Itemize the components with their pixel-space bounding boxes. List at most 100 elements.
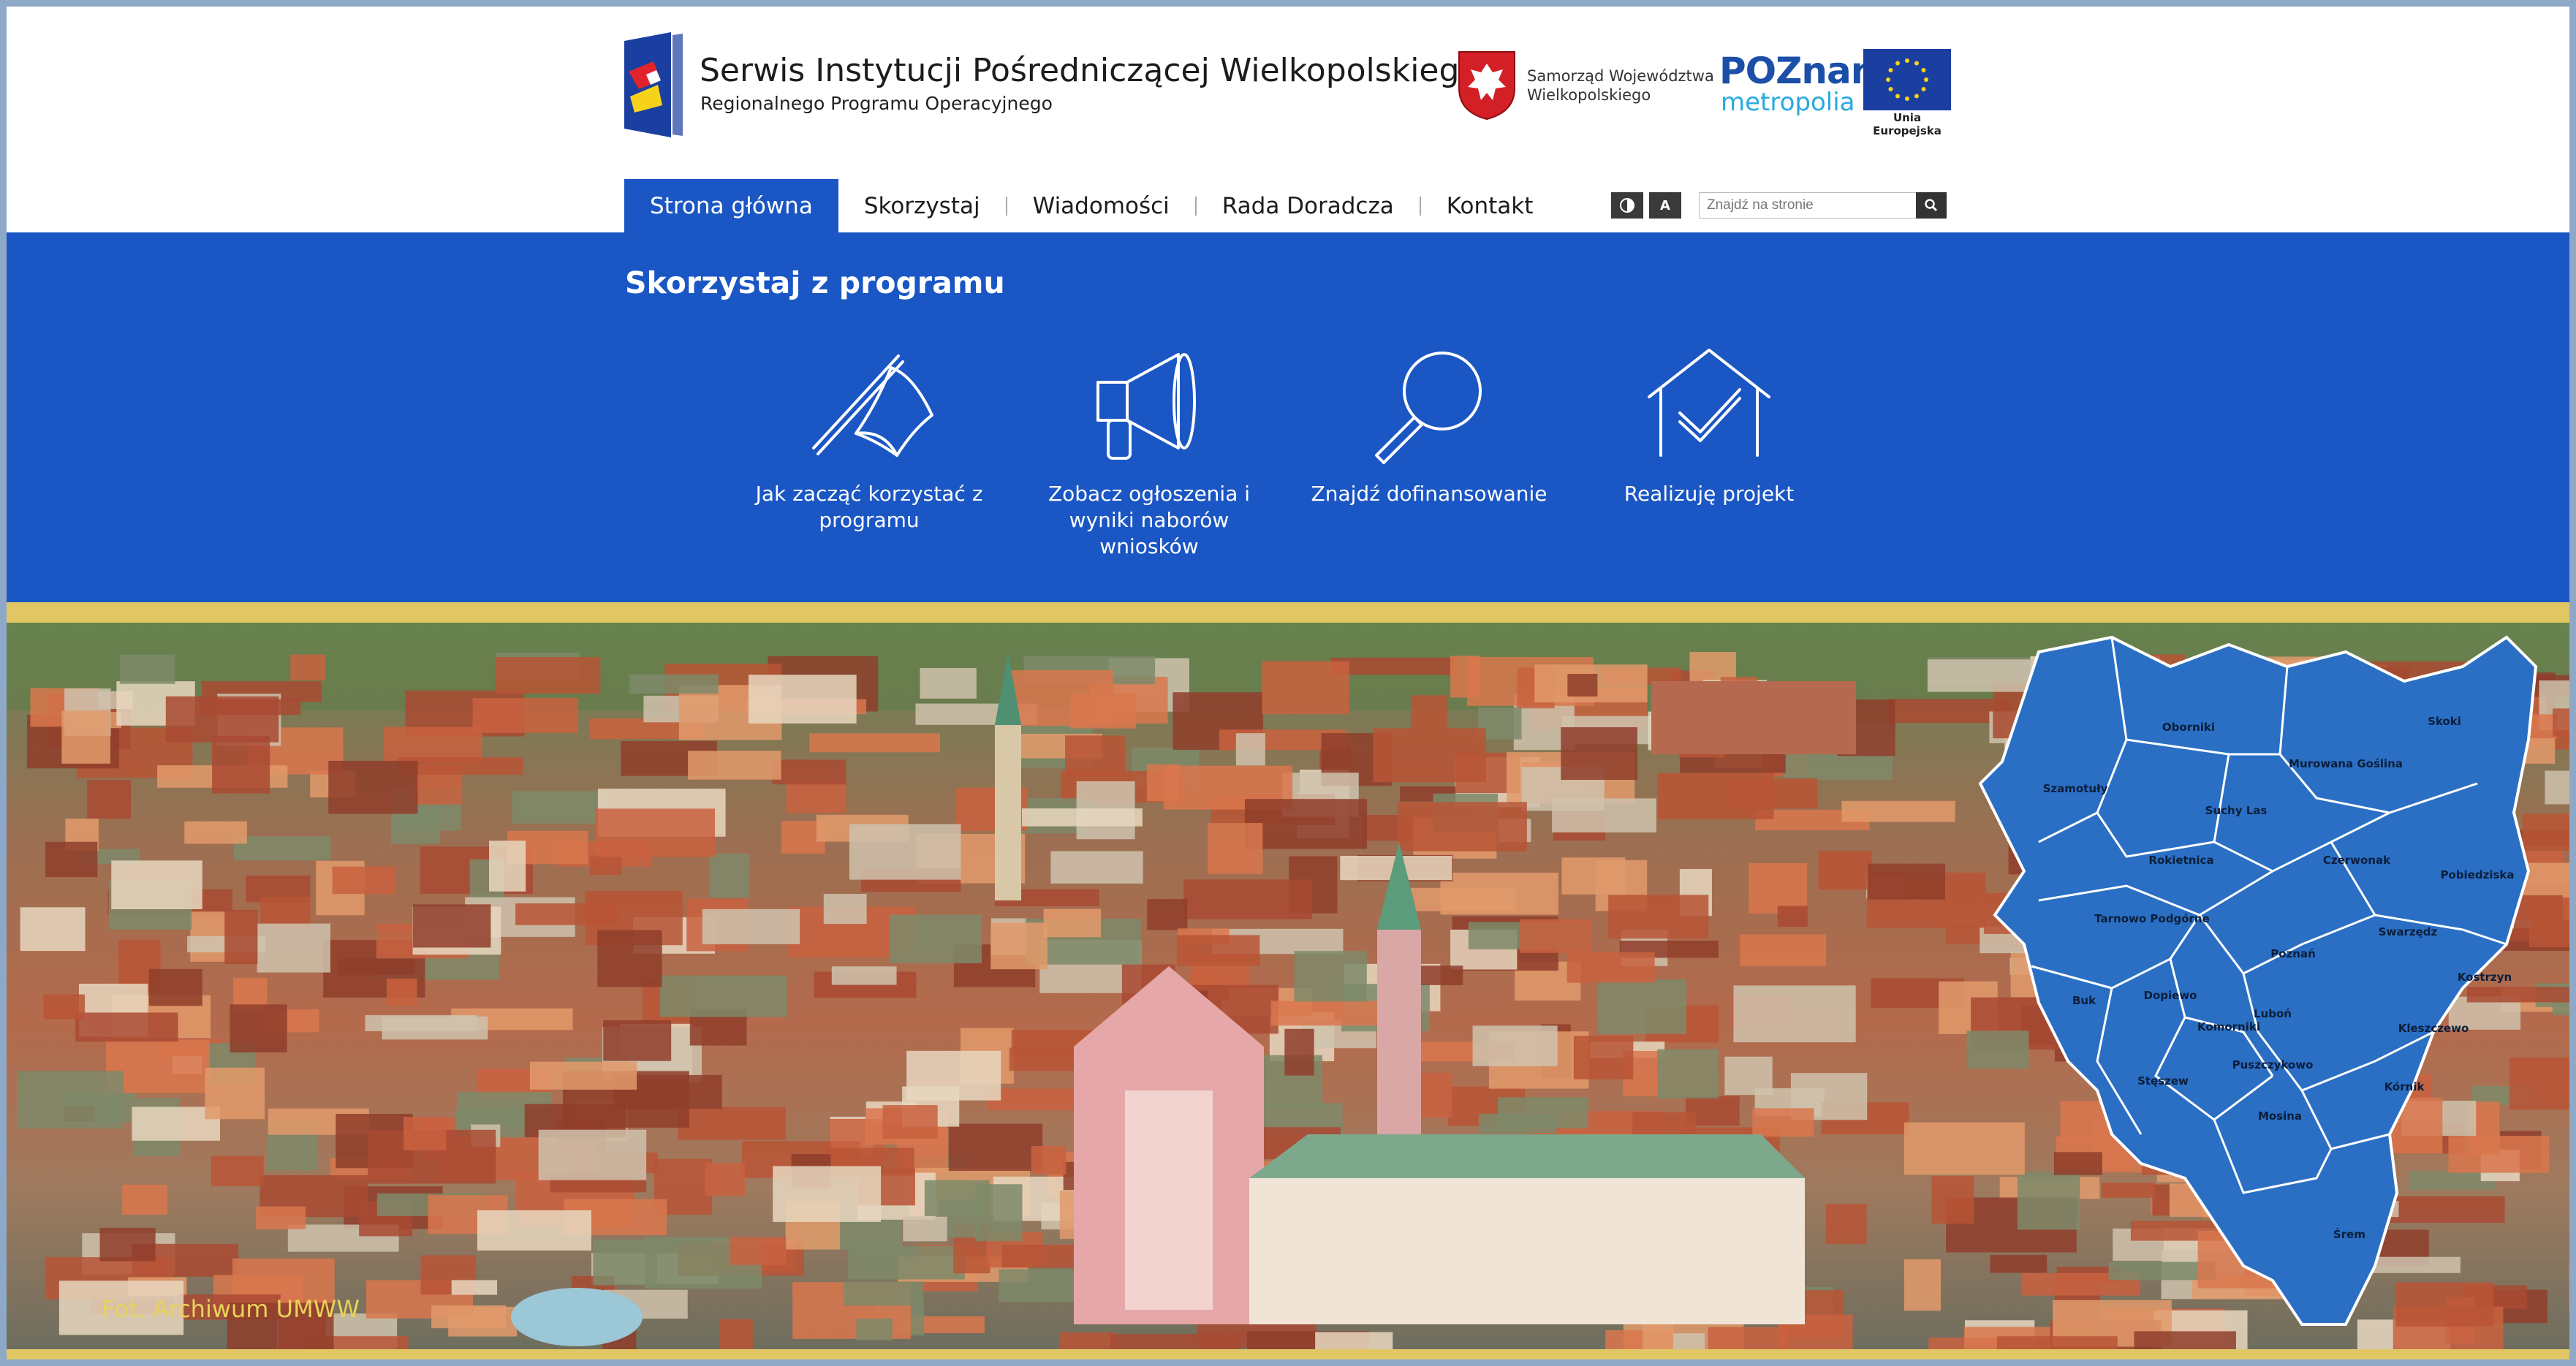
site-title[interactable]: Serwis Instytucji Pośredniczącej Wielkop…	[700, 52, 1479, 89]
rooftop	[205, 1067, 265, 1120]
magnifier-icon	[1375, 352, 1482, 464]
rooftop	[903, 1216, 947, 1242]
rooftop	[99, 1227, 156, 1261]
rooftop	[2545, 770, 2569, 805]
rooftop	[20, 907, 86, 952]
rooftop	[2509, 1057, 2569, 1110]
rooftop	[589, 855, 622, 876]
map-label: Buk	[2072, 994, 2096, 1007]
rooftop	[1373, 728, 1486, 783]
rooftop	[515, 903, 618, 925]
rooftop	[1966, 1031, 2029, 1069]
rooftop	[1043, 908, 1102, 938]
rooftop	[328, 760, 418, 814]
nav-item-rada-doradcza[interactable]: Rada Doradcza	[1197, 179, 1420, 232]
rooftop	[2395, 1282, 2494, 1327]
rooftop	[1021, 808, 1143, 827]
rooftop	[1284, 1028, 1314, 1076]
contrast-button[interactable]	[1611, 192, 1643, 219]
map-label: Mosina	[2258, 1109, 2302, 1123]
rooftop	[211, 1156, 264, 1186]
rooftop	[1777, 906, 1808, 927]
rooftop	[386, 978, 417, 1006]
eu-flag-logo[interactable]	[1863, 49, 1951, 110]
rooftop	[1262, 661, 1349, 715]
rooftop	[2553, 708, 2569, 737]
fundusze-europejskie-logo[interactable]	[624, 32, 683, 137]
rooftop	[431, 1305, 507, 1329]
nav-item-kontakt[interactable]: Kontakt	[1421, 179, 1559, 232]
eu-star	[1886, 77, 1890, 82]
rooftop	[1903, 1122, 2025, 1175]
search-button[interactable]	[1916, 192, 1947, 219]
rooftop	[705, 1163, 746, 1196]
nav-label: Rada Doradcza	[1221, 192, 1394, 219]
nav-item-skorzystaj[interactable]: Skorzystaj	[838, 179, 1006, 232]
map-label: Swarzędz	[2379, 925, 2438, 938]
samorzad-line2: Wielkopolskiego	[1527, 86, 1651, 104]
rooftop	[2528, 897, 2569, 948]
rooftop	[1573, 1036, 1634, 1079]
rooftop	[384, 726, 482, 762]
search-input[interactable]	[1699, 192, 1918, 219]
rooftop	[45, 841, 98, 878]
eu-label: Unia Europejska	[1873, 111, 1942, 137]
nav-item-strona-glowna[interactable]: Strona główna	[624, 179, 838, 232]
rooftop	[730, 1237, 787, 1265]
rooftop	[1176, 935, 1260, 966]
map-label: Szamotuły	[2043, 782, 2108, 795]
nav-item-wiadomosci[interactable]: Wiadomości	[1007, 179, 1195, 232]
tile-znajdz-dofinansowanie[interactable]: Znajdź dofinansowanie	[1298, 346, 1561, 507]
rooftop	[848, 1245, 965, 1280]
map-label: Puszczykowo	[2232, 1058, 2314, 1071]
rooftop	[1004, 669, 1113, 726]
map-label: Komorniki	[2197, 1020, 2260, 1033]
rooftop	[212, 735, 270, 794]
rooftop	[1498, 1097, 1588, 1128]
rooftop	[844, 1281, 923, 1306]
rooftop	[2053, 1152, 2102, 1175]
eu-star	[1895, 94, 1900, 99]
nav-label: Strona główna	[650, 192, 813, 219]
eu-star	[1914, 94, 1919, 99]
eu-star	[1924, 77, 1928, 82]
rooftop	[2466, 987, 2569, 1003]
rooftop	[1903, 1259, 1942, 1311]
rooftop	[1031, 1145, 1067, 1175]
tile-ogloszenia[interactable]: Zobacz ogłoszenia i wyniki naborów wniosk…	[1018, 346, 1281, 560]
rooftop	[1868, 863, 1946, 900]
rooftop	[773, 1166, 882, 1222]
rooftop	[17, 1071, 124, 1129]
tile-label: Jak zacząć korzystać z programu	[755, 482, 983, 532]
wielkopolska-crest-logo[interactable]	[1458, 50, 1516, 121]
rooftop	[1415, 1072, 1452, 1118]
rooftop	[1244, 799, 1368, 849]
eu-star	[1895, 61, 1900, 66]
rooftop	[1608, 895, 1709, 939]
rooftop	[1724, 778, 1818, 809]
rooftop	[412, 904, 491, 948]
rooftop	[1315, 1332, 1393, 1349]
tile-realizuje-projekt[interactable]: Realizuję projekt	[1577, 346, 1841, 507]
rooftop	[494, 657, 601, 694]
tile-label: Zobacz ogłoszenia i wyniki naborów wniosk…	[1048, 482, 1251, 558]
rooftop	[538, 1129, 647, 1180]
rooftop	[111, 860, 202, 910]
rooftop	[224, 909, 258, 965]
rooftop	[1733, 985, 1856, 1043]
gold-divider	[7, 602, 2569, 623]
rooftop	[451, 1280, 498, 1295]
program-band: Skorzystaj z programu Jak zacząć korzyst…	[7, 232, 2569, 602]
rooftop	[75, 1012, 178, 1042]
rooftop	[1398, 802, 1527, 851]
rooftop	[719, 1318, 754, 1349]
tile-jak-zaczac[interactable]: Jak zacząć korzystać z programu	[738, 346, 1001, 534]
rooftop	[2448, 1136, 2550, 1173]
map-label: Kórnik	[2384, 1080, 2425, 1093]
nav-label: Skorzystaj	[863, 192, 980, 219]
font-size-button[interactable]: A	[1649, 192, 1681, 219]
megaphone-icon	[1096, 353, 1196, 460]
rooftop	[920, 667, 977, 699]
samorzad-line1: Samorząd Województwa	[1527, 67, 1714, 85]
rooftop	[882, 1105, 938, 1139]
